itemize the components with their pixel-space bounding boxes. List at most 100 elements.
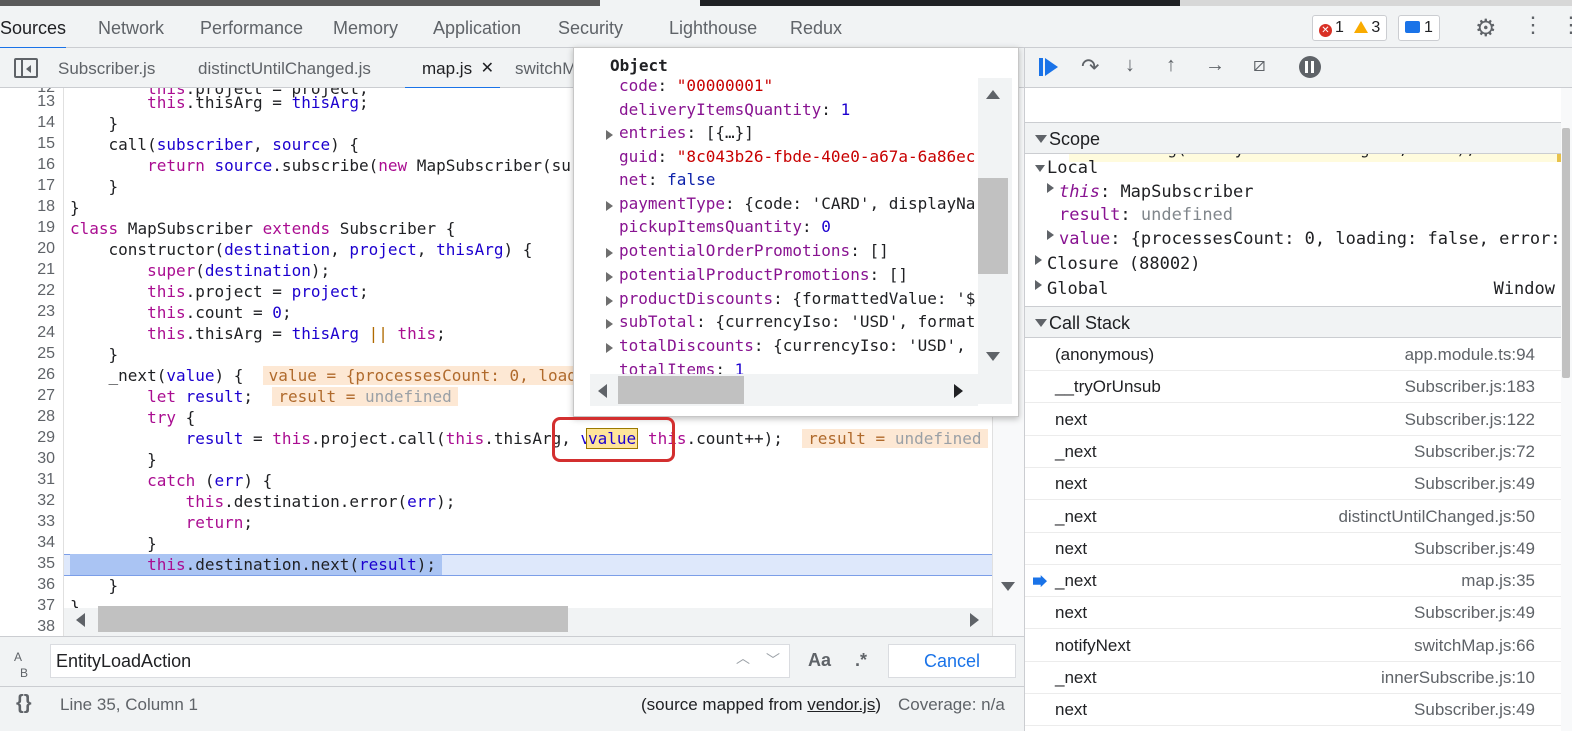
callstack-location[interactable]: Subscriber.js:49 [1414,603,1535,623]
callstack-location[interactable]: Subscriber.js:49 [1414,539,1535,559]
popover-expand-icon[interactable] [606,296,613,306]
local-expand-icon[interactable] [1035,165,1045,172]
line-number[interactable]: 14 [5,114,55,132]
more-options-icon[interactable]: ⋮ [1522,14,1544,36]
closure-expand-icon[interactable] [1035,255,1042,265]
scope-var-result[interactable]: result: undefined [1059,205,1233,225]
popover-hscroll-thumb[interactable] [618,376,744,404]
popover-scroll-left-icon[interactable] [598,384,607,398]
line-number[interactable]: 29 [5,429,55,447]
line-number[interactable]: 26 [5,366,55,384]
global-scope-label[interactable]: Global [1047,279,1108,299]
line-number[interactable]: 25 [5,345,55,363]
line-number[interactable]: 17 [5,177,55,195]
popover-property-row[interactable]: net: false [619,170,715,189]
value-expand-icon[interactable] [1047,230,1054,240]
overflow-icon[interactable]: ⋮ [1560,14,1572,36]
line-number[interactable]: 35 [5,555,55,573]
callstack-frame[interactable]: notifyNext switchMap.js:66 [1025,630,1561,662]
line-number[interactable]: 24 [5,324,55,342]
popover-expand-icon[interactable] [606,343,613,353]
line-number[interactable]: 36 [5,576,55,594]
sidebar-scroll-thumb[interactable] [1562,128,1570,378]
line-number[interactable]: 21 [5,261,55,279]
callstack-location[interactable]: Subscriber.js:72 [1414,442,1535,462]
callstack-location[interactable]: Subscriber.js:49 [1414,700,1535,720]
callstack-location[interactable]: map.js:35 [1461,571,1535,591]
callstack-location[interactable]: app.module.ts:94 [1405,345,1535,365]
callstack-frame[interactable]: next Subscriber.js:122 [1025,404,1561,436]
closure-scope-label[interactable]: Closure (88002) [1047,254,1201,274]
step-out-icon[interactable]: ↑ [1166,54,1176,77]
line-number[interactable]: 27 [5,387,55,405]
resume-icon[interactable] [1039,58,1061,78]
line-number[interactable]: 18 [5,198,55,216]
line-number[interactable]: 28 [5,408,55,426]
callstack-frame[interactable]: _next Subscriber.js:72 [1025,436,1561,468]
settings-gear-icon[interactable]: ⚙ [1475,14,1497,43]
popover-expand-icon[interactable] [606,130,613,140]
toggle-navigator-icon[interactable] [14,58,38,78]
line-number[interactable]: 16 [5,156,55,174]
scope-var-value[interactable]: value: {processesCount: 0, loading: fals… [1059,229,1559,249]
callstack-frame[interactable]: next Subscriber.js:49 [1025,694,1561,727]
pause-on-exceptions-icon[interactable] [1299,56,1321,78]
scroll-right-icon[interactable] [970,613,979,627]
line-number[interactable]: 38 [5,618,55,636]
popover-scroll-up-icon[interactable] [986,90,1000,99]
callstack-frame[interactable]: _next map.js:35 [1025,565,1561,598]
line-number[interactable]: 33 [5,513,55,531]
popover-scroll-thumb[interactable] [978,178,1008,274]
step-into-icon[interactable]: ↓ [1125,54,1135,77]
callstack-frame[interactable]: (anonymous) app.module.ts:94 [1025,339,1561,371]
tab-security[interactable]: Security [558,6,623,48]
line-number[interactable]: 32 [5,492,55,510]
code-scroll-thumb[interactable] [98,606,568,632]
tab-lighthouse[interactable]: Lighthouse [669,6,757,48]
popover-property-row[interactable]: guid: "8c043b26-fbde-40e0-a67a-6a86ec [619,147,975,166]
find-cancel-button[interactable]: Cancel [888,644,1016,678]
line-number[interactable]: 19 [5,219,55,237]
popover-property-row[interactable]: entries: [{…}] [619,123,754,142]
match-case-button[interactable]: Aa [808,650,831,671]
popover-property-row[interactable]: totalDiscounts: {currencyIso: 'USD', [619,336,975,355]
callstack-frame[interactable]: next Subscriber.js:49 [1025,597,1561,630]
local-scope-label[interactable]: Local [1047,158,1098,178]
scroll-down-icon[interactable] [1001,582,1015,591]
editor-tab-subscriber[interactable]: Subscriber.js [58,48,155,88]
callstack-frame[interactable]: next Subscriber.js:49 [1025,468,1561,501]
tab-redux[interactable]: Redux [790,6,842,48]
vendor-link[interactable]: vendor.js [807,695,875,714]
tab-memory[interactable]: Memory [333,6,398,48]
tab-application[interactable]: Application [433,6,521,48]
regex-button[interactable]: .* [855,650,867,671]
popover-scroll-down-icon[interactable] [986,352,1000,361]
line-number[interactable]: 13 [5,93,55,111]
scope-var-this[interactable]: this: MapSubscriber [1059,182,1254,202]
deactivate-breakpoints-icon[interactable]: ⧄ [1253,54,1266,77]
popover-property-row[interactable]: code: "00000001" [619,76,773,95]
line-number[interactable]: 31 [5,471,55,489]
callstack-frame[interactable]: _next innerSubscribe.js:10 [1025,662,1561,694]
object-preview-popover[interactable]: Object code: "00000001" deliveryItemsQuan… [573,47,1019,417]
callstack-location[interactable]: switchMap.js:66 [1414,636,1535,656]
scroll-left-icon[interactable] [76,613,85,627]
callstack-frame[interactable]: __tryOrUnsub Subscriber.js:183 [1025,371,1561,404]
scope-section-header[interactable]: Scope [1025,122,1561,154]
callstack-location[interactable]: Subscriber.js:183 [1405,377,1535,397]
find-next-icon[interactable]: ﹀ [766,650,780,670]
line-number[interactable]: 15 [5,135,55,153]
step-icon[interactable]: → [1205,54,1225,77]
editor-tab-map[interactable]: map.js ✕ [405,48,501,89]
editor-tab-distinct[interactable]: distinctUntilChanged.js [198,48,371,88]
popover-expand-icon[interactable] [606,272,613,282]
step-over-icon[interactable]: ↷ [1081,54,1099,80]
popover-expand-icon[interactable] [606,201,613,211]
popover-property-row[interactable]: potentialProductPromotions: [] [619,265,908,284]
tab-performance[interactable]: Performance [200,6,303,48]
issues-counter[interactable]: ✕ 1 3 [1312,15,1388,41]
pretty-print-icon[interactable]: {} [16,692,32,715]
find-replace-icon[interactable]: AB [14,648,28,680]
line-number[interactable]: 34 [5,534,55,552]
popover-property-row[interactable]: paymentType: {code: 'CARD', displayNa [619,194,975,213]
